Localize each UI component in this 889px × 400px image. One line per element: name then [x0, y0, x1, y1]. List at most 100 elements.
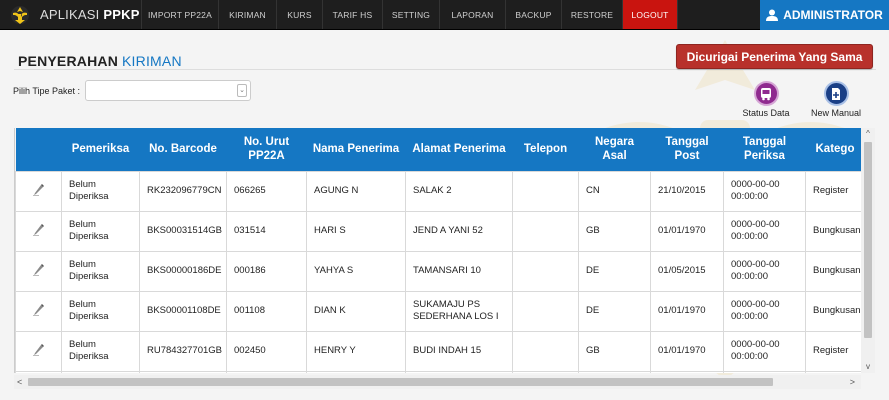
cell-tanggal-periksa: 0000-00-00 00:00:00: [723, 330, 806, 372]
col-header-telepon[interactable]: Telepon: [512, 128, 579, 171]
cell-alamat-penerima: SALAK 2: [405, 170, 513, 212]
status-data-button[interactable]: Status Data: [740, 81, 792, 118]
table-row[interactable]: [15, 370, 861, 373]
nav-laporan[interactable]: LAPORAN: [440, 0, 506, 29]
edit-pencil-icon[interactable]: [32, 303, 45, 316]
scroll-left-icon[interactable]: <: [17, 375, 22, 389]
vertical-scrollbar[interactable]: ^ v: [861, 128, 875, 373]
table-row[interactable]: Belum Diperiksa RK232096779CN 066265 AGUNG …: [15, 170, 861, 212]
cell-nama-penerima: [306, 370, 406, 373]
scroll-down-icon[interactable]: v: [861, 362, 875, 371]
app-brand[interactable]: APLIKASI PPKP: [0, 0, 142, 29]
table-row[interactable]: Belum Diperiksa BKS00001108DE 001108 DIAN K…: [15, 290, 861, 332]
horizontal-scroll-thumb[interactable]: [28, 378, 773, 386]
vertical-scroll-thumb[interactable]: [864, 142, 872, 338]
package-type-select[interactable]: ⌄: [85, 80, 251, 101]
cell-pemeriksa: Belum Diperiksa: [61, 330, 140, 372]
table-row[interactable]: Belum Diperiksa RU784327701GB 002450 HENRY …: [15, 330, 861, 372]
cell-negara-asal: GB: [578, 210, 651, 252]
cell-kategori: Bungkusan: [805, 210, 861, 252]
nav-backup[interactable]: BACKUP: [506, 0, 562, 29]
cell-pemeriksa: [61, 370, 140, 373]
nav-tarif-hs[interactable]: TARIF HS: [323, 0, 383, 29]
cell-nama-penerima: DIAN K: [306, 290, 406, 332]
cell-no-urut: 031514: [226, 210, 307, 252]
col-header-barcode[interactable]: No. Barcode: [139, 128, 227, 171]
nav-kiriman[interactable]: KIRIMAN: [219, 0, 277, 29]
cell-kategori: [805, 370, 861, 373]
new-manual-button[interactable]: New Manual: [808, 81, 864, 118]
suspect-same-recipient-button[interactable]: Dicurigai Penerima Yang Sama: [676, 44, 873, 69]
cell-nama-penerima: YAHYA S: [306, 250, 406, 292]
cell-tanggal-post: 01/05/2015: [650, 250, 724, 292]
cell-pemeriksa: Belum Diperiksa: [61, 290, 140, 332]
nav-setting[interactable]: SETTING: [383, 0, 440, 29]
nav-import-pp22a[interactable]: IMPORT PP22A: [142, 0, 219, 29]
cell-tanggal-periksa: [723, 370, 806, 373]
cell-kategori: Bungkusan: [805, 290, 861, 332]
edit-pencil-icon[interactable]: [32, 223, 45, 236]
cell-pemeriksa: Belum Diperiksa: [61, 170, 140, 212]
cell-barcode: RU784327701GB: [139, 330, 227, 372]
cell-tanggal-post: 01/01/1970: [650, 210, 724, 252]
col-header-kategori[interactable]: Katego: [805, 128, 861, 171]
cell-alamat-penerima: JEND A YANI 52: [405, 210, 513, 252]
nav-kurs[interactable]: KURS: [277, 0, 323, 29]
cell-edit[interactable]: [15, 210, 62, 252]
cell-kategori: Register: [805, 170, 861, 212]
scroll-up-icon[interactable]: ^: [861, 129, 875, 138]
nav-restore[interactable]: RESTORE: [562, 0, 623, 29]
cell-telepon: [512, 210, 579, 252]
bus-icon: [753, 81, 779, 106]
cell-no-urut: 002450: [226, 330, 307, 372]
cell-telepon: [512, 370, 579, 373]
emblem-logo-icon: [11, 5, 29, 24]
col-header-no-urut[interactable]: No. Urut PP22A: [226, 128, 307, 171]
top-navbar: APLIKASI PPKP IMPORT PP22A KIRIMAN KURS T…: [0, 0, 889, 30]
col-header-tanggal-post[interactable]: Tanggal Post: [650, 128, 724, 171]
cell-tanggal-post: 01/01/1970: [650, 330, 724, 372]
cell-alamat-penerima: TAMANSARI 10: [405, 250, 513, 292]
new-manual-label: New Manual: [810, 108, 862, 118]
cell-edit[interactable]: [15, 290, 62, 332]
col-header-negara-asal[interactable]: Negara Asal: [578, 128, 651, 171]
cell-negara-asal: [578, 370, 651, 373]
col-header-pemeriksa[interactable]: Pemeriksa: [61, 128, 140, 171]
cell-negara-asal: DE: [578, 290, 651, 332]
nav-logout[interactable]: LOGOUT: [623, 0, 678, 29]
cell-tanggal-periksa: 0000-00-00 00:00:00: [723, 210, 806, 252]
user-menu[interactable]: ADMINISTRATOR: [760, 0, 889, 30]
cell-barcode: BKS00031514GB: [139, 210, 227, 252]
cell-edit[interactable]: [15, 370, 62, 373]
cell-negara-asal: DE: [578, 250, 651, 292]
edit-pencil-icon[interactable]: [32, 263, 45, 276]
edit-pencil-icon[interactable]: [32, 343, 45, 356]
cell-no-urut: 001108: [226, 290, 307, 332]
cell-no-urut: 000186: [226, 250, 307, 292]
col-header-alamat-penerima[interactable]: Alamat Penerima: [405, 128, 513, 171]
table-row[interactable]: Belum Diperiksa BKS00031514GB 031514 HARI S…: [15, 210, 861, 252]
app-name: APLIKASI PPKP: [40, 7, 140, 22]
cell-tanggal-periksa: 0000-00-00 00:00:00: [723, 290, 806, 332]
horizontal-scrollbar[interactable]: < >: [14, 375, 861, 389]
user-label: ADMINISTRATOR: [783, 8, 883, 22]
cell-edit[interactable]: [15, 170, 62, 212]
cell-alamat-penerima: [405, 370, 513, 373]
col-header-tanggal-periksa[interactable]: Tanggal Periksa: [723, 128, 806, 171]
cell-negara-asal: CN: [578, 170, 651, 212]
cell-barcode: [139, 370, 227, 373]
cell-telepon: [512, 330, 579, 372]
edit-pencil-icon[interactable]: [32, 183, 45, 196]
cell-edit[interactable]: [15, 250, 62, 292]
scroll-right-icon[interactable]: >: [850, 375, 855, 389]
cell-tanggal-post: [650, 370, 724, 373]
cell-telepon: [512, 170, 579, 212]
table-row[interactable]: Belum Diperiksa BKS00000186DE 000186 YAHYA …: [15, 250, 861, 292]
cell-alamat-penerima: BUDI INDAH 15: [405, 330, 513, 372]
cell-edit[interactable]: [15, 330, 62, 372]
status-data-label: Status Data: [742, 108, 790, 118]
cell-barcode: BKS00001108DE: [139, 290, 227, 332]
col-header-nama-penerima[interactable]: Nama Penerima: [306, 128, 406, 171]
col-header-action: [15, 128, 62, 171]
cell-no-urut: 066265: [226, 170, 307, 212]
